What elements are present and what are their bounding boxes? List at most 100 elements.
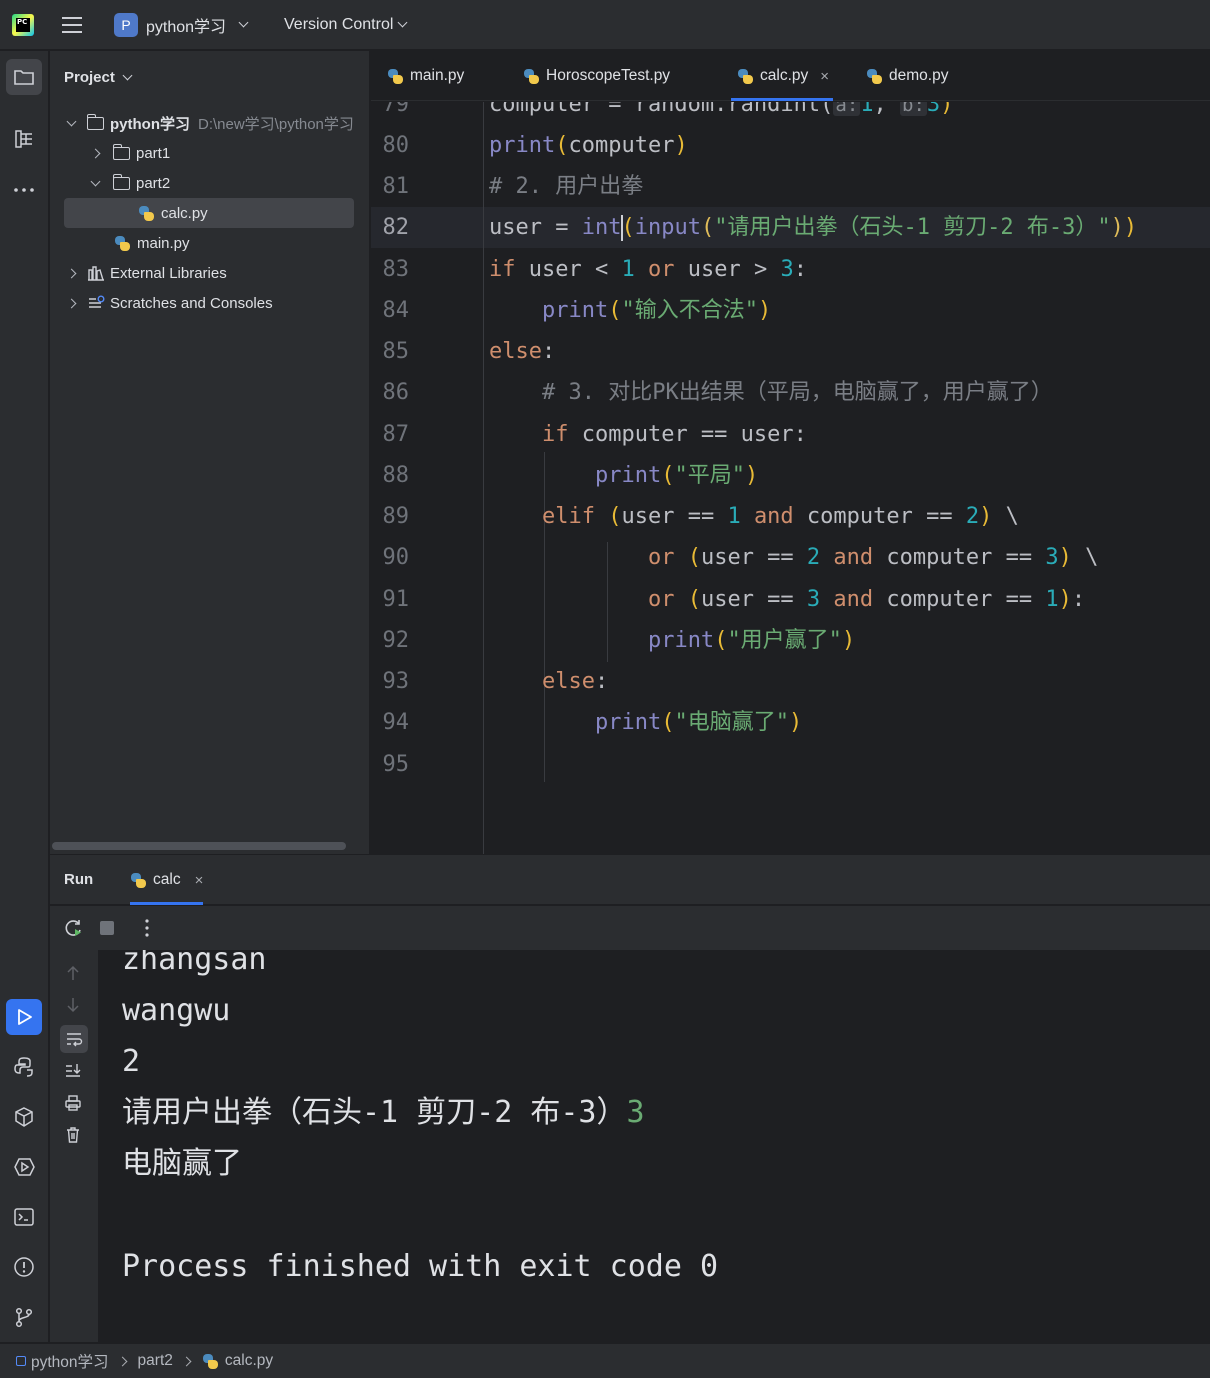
- git-icon[interactable]: [6, 1299, 42, 1335]
- code-line-85: else:: [489, 339, 556, 364]
- more-vertical-icon[interactable]: [144, 918, 150, 938]
- python-file-icon: [387, 68, 404, 85]
- scroll-down-icon[interactable]: [64, 996, 82, 1014]
- code-line-86: # 3. 对比PK出结果（平局，电脑赢了，用户赢了）: [489, 372, 1053, 413]
- code-string: "用户赢了": [727, 628, 842, 653]
- python-file-icon: [866, 68, 883, 85]
- line-number: 91: [382, 587, 410, 612]
- close-icon[interactable]: ×: [195, 872, 204, 889]
- scroll-to-end-icon[interactable]: [64, 1062, 82, 1080]
- editor-tab-bar: main.py HoroscopeTest.py calc.py × demo.…: [371, 51, 1210, 101]
- line-number: 95: [382, 752, 410, 777]
- python-console-icon[interactable]: [6, 1049, 42, 1085]
- code-line-87: if computer == user:: [541, 422, 807, 447]
- tree-folder-part2[interactable]: part2: [90, 168, 170, 198]
- python-packages-icon[interactable]: [6, 1099, 42, 1135]
- run-panel-title: Run: [64, 871, 94, 888]
- rerun-icon[interactable]: [64, 918, 84, 938]
- tab-main-py[interactable]: main.py: [387, 51, 464, 101]
- line-number: 93: [382, 669, 410, 694]
- code-string: "请用户出拳（石头-1 剪刀-2 布-3）": [714, 215, 1111, 240]
- param-hint: b:: [900, 102, 927, 116]
- chevron-down-icon: [122, 70, 133, 80]
- tree-folder-part1[interactable]: part1: [90, 138, 171, 168]
- run-console-output[interactable]: zhangsan wangwu 2 请用户出拳（石头-1 剪刀-2 布-3）3 …: [98, 950, 1210, 1342]
- tree-file-label: main.py: [137, 234, 190, 252]
- tree-item-label: Scratches and Consoles: [110, 294, 273, 312]
- console-line: zhangsan: [122, 950, 267, 977]
- line-number: 87: [382, 422, 410, 447]
- code-line-93: else:: [541, 669, 609, 694]
- trash-icon[interactable]: [64, 1126, 82, 1144]
- structure-icon[interactable]: [6, 121, 42, 157]
- hamburger-icon[interactable]: [60, 14, 84, 36]
- tree-file-calc[interactable]: calc.py: [64, 198, 354, 228]
- run-icon[interactable]: [6, 999, 42, 1035]
- module-icon: [16, 1356, 26, 1366]
- scroll-up-icon[interactable]: [64, 964, 82, 982]
- project-panel-title[interactable]: Project: [64, 69, 133, 86]
- run-toolbar: [50, 906, 1210, 950]
- expand-arrow-icon: [66, 298, 77, 308]
- console-prompt-text: 请用户出拳（石头-1 剪刀-2 布-3）: [122, 1095, 627, 1130]
- print-icon[interactable]: [64, 1094, 82, 1112]
- code-comment: # 3. 对比PK出结果（平局，电脑赢了，用户赢了）: [541, 380, 1053, 405]
- tree-folder-label: part1: [136, 144, 171, 162]
- code-line-90: or (user == 2 and computer == 3) \: [647, 545, 1099, 570]
- code-line-80: print(computer): [489, 133, 688, 158]
- close-icon[interactable]: ×: [820, 68, 829, 85]
- stop-icon[interactable]: [100, 921, 114, 935]
- code-text: user =: [489, 215, 582, 240]
- tab-label: demo.py: [889, 67, 949, 84]
- python-file-icon: [202, 1353, 219, 1370]
- tree-external-libraries[interactable]: External Libraries: [66, 258, 227, 288]
- tree-root-path: D:\new学习\python学习: [198, 115, 354, 133]
- breadcrumb-file[interactable]: calc.py: [225, 1352, 273, 1370]
- project-tool-window: Project python学习 D:\new学习\python学习 part1…: [50, 51, 370, 854]
- expand-arrow-icon: [66, 116, 77, 126]
- code-line-89: elif (user == 1 and computer == 2) \: [541, 504, 1019, 529]
- tree-root-label: python学习: [110, 115, 190, 133]
- tab-demo-py[interactable]: demo.py: [866, 51, 948, 101]
- code-builtin: print: [489, 133, 556, 158]
- soft-wrap-toggle[interactable]: [60, 1025, 88, 1053]
- problems-icon[interactable]: [6, 1249, 42, 1285]
- project-switcher[interactable]: P python学习: [114, 12, 249, 38]
- module-folder-icon: [86, 113, 104, 130]
- code-line-81: # 2. 用户出拳: [489, 174, 644, 199]
- code-builtin: int: [581, 215, 622, 240]
- more-icon[interactable]: [6, 172, 42, 208]
- tab-calc-py[interactable]: calc.py ×: [730, 51, 834, 101]
- breadcrumb-project[interactable]: python学习: [31, 1350, 109, 1372]
- version-control-menu[interactable]: Version Control: [284, 12, 408, 38]
- services-icon[interactable]: [6, 1149, 42, 1185]
- folder-icon[interactable]: [6, 59, 42, 95]
- expand-arrow-icon: [90, 148, 101, 158]
- run-tab-calc[interactable]: calc ×: [130, 855, 204, 905]
- param-hint: a:: [833, 102, 861, 116]
- python-file-icon: [130, 872, 147, 889]
- line-number: 90: [382, 545, 410, 570]
- tree-root-python[interactable]: python学习 D:\new学习\python学习: [66, 108, 354, 138]
- code-editor[interactable]: 79 80 81 82 83 84 85 86 87 88 89 90 91 9…: [371, 102, 1210, 854]
- chevron-down-icon: [397, 17, 408, 28]
- horizontal-scrollbar[interactable]: [52, 842, 346, 850]
- line-number: 92: [382, 628, 410, 653]
- pycharm-logo-text: PC: [16, 18, 30, 32]
- tree-file-main[interactable]: main.py: [114, 228, 190, 258]
- library-icon: [88, 266, 104, 281]
- terminal-icon[interactable]: [6, 1199, 42, 1235]
- line-number: 83: [382, 257, 410, 282]
- tree-scratches[interactable]: Scratches and Consoles: [66, 288, 273, 318]
- code-string: "电脑赢了": [674, 710, 789, 735]
- python-file-icon: [523, 68, 540, 85]
- line-number: 89: [382, 504, 410, 529]
- code-line-82: user = int(input("请用户出拳（石头-1 剪刀-2 布-3）")…: [489, 215, 1138, 241]
- console-line-prompt: 请用户出拳（石头-1 剪刀-2 布-3）3: [122, 1093, 645, 1133]
- line-number: 86: [382, 380, 410, 405]
- breadcrumb-folder[interactable]: part2: [138, 1352, 173, 1370]
- tab-horoscopetest-py[interactable]: HoroscopeTest.py: [523, 51, 670, 101]
- code-line-94: print("电脑赢了"): [594, 710, 803, 735]
- soft-wrap-icon: [67, 1033, 83, 1047]
- python-file-icon: [737, 68, 754, 85]
